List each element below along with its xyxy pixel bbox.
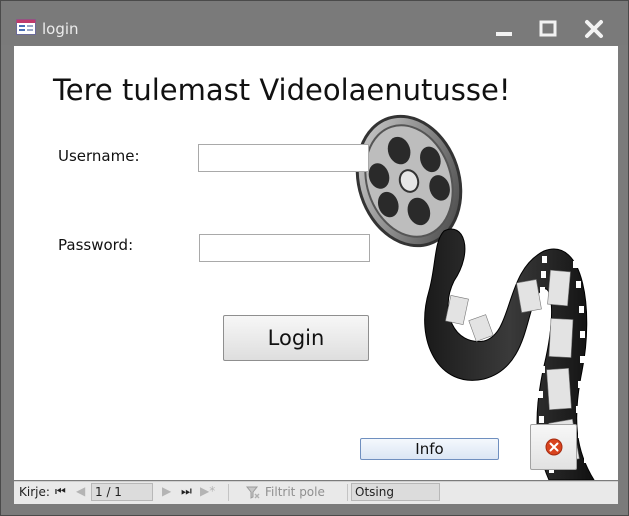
close-form-button[interactable] bbox=[530, 424, 577, 470]
username-label: Username: bbox=[58, 147, 140, 165]
nav-divider bbox=[347, 484, 348, 501]
title-bar[interactable]: login bbox=[1, 1, 628, 45]
maximize-icon bbox=[539, 20, 557, 37]
previous-record-icon[interactable]: ◀ bbox=[76, 484, 85, 498]
info-button[interactable]: Info bbox=[360, 438, 499, 460]
first-record-icon[interactable]: ⏮ bbox=[55, 484, 66, 499]
window-title: login bbox=[42, 20, 79, 38]
search-input[interactable]: Otsing bbox=[351, 483, 440, 501]
maximize-button[interactable] bbox=[533, 15, 563, 43]
username-input[interactable] bbox=[198, 144, 369, 172]
filter-status[interactable]: Filtrit pole bbox=[265, 485, 325, 499]
record-position-field[interactable]: 1 / 1 bbox=[91, 483, 153, 501]
password-label: Password: bbox=[58, 236, 134, 254]
new-record-icon[interactable]: ▶* bbox=[200, 484, 215, 498]
form-icon bbox=[16, 19, 36, 35]
record-label: Kirje: bbox=[19, 485, 50, 499]
cancel-circle-icon bbox=[545, 438, 562, 456]
form-detail-area: Tere tulemast Videolaenutusse! Username:… bbox=[14, 46, 618, 480]
last-record-icon[interactable]: ⏭ bbox=[181, 484, 192, 499]
filter-icon bbox=[246, 486, 260, 499]
access-form-window: login Tere tulemast Videolaenutusse! Use… bbox=[0, 0, 629, 516]
welcome-heading: Tere tulemast Videolaenutusse! bbox=[53, 73, 511, 107]
close-window-button[interactable] bbox=[579, 15, 609, 43]
close-icon bbox=[585, 20, 603, 38]
nav-divider bbox=[228, 484, 229, 501]
login-button[interactable]: Login bbox=[223, 315, 369, 361]
minimize-button[interactable] bbox=[489, 15, 519, 43]
minimize-icon bbox=[496, 32, 512, 36]
next-record-icon[interactable]: ▶ bbox=[162, 484, 171, 498]
record-navigation-bar: Kirje: ⏮ ◀ 1 / 1 ▶ ⏭ ▶* Filtrit pole Ots… bbox=[14, 481, 618, 504]
password-input[interactable] bbox=[199, 234, 370, 262]
